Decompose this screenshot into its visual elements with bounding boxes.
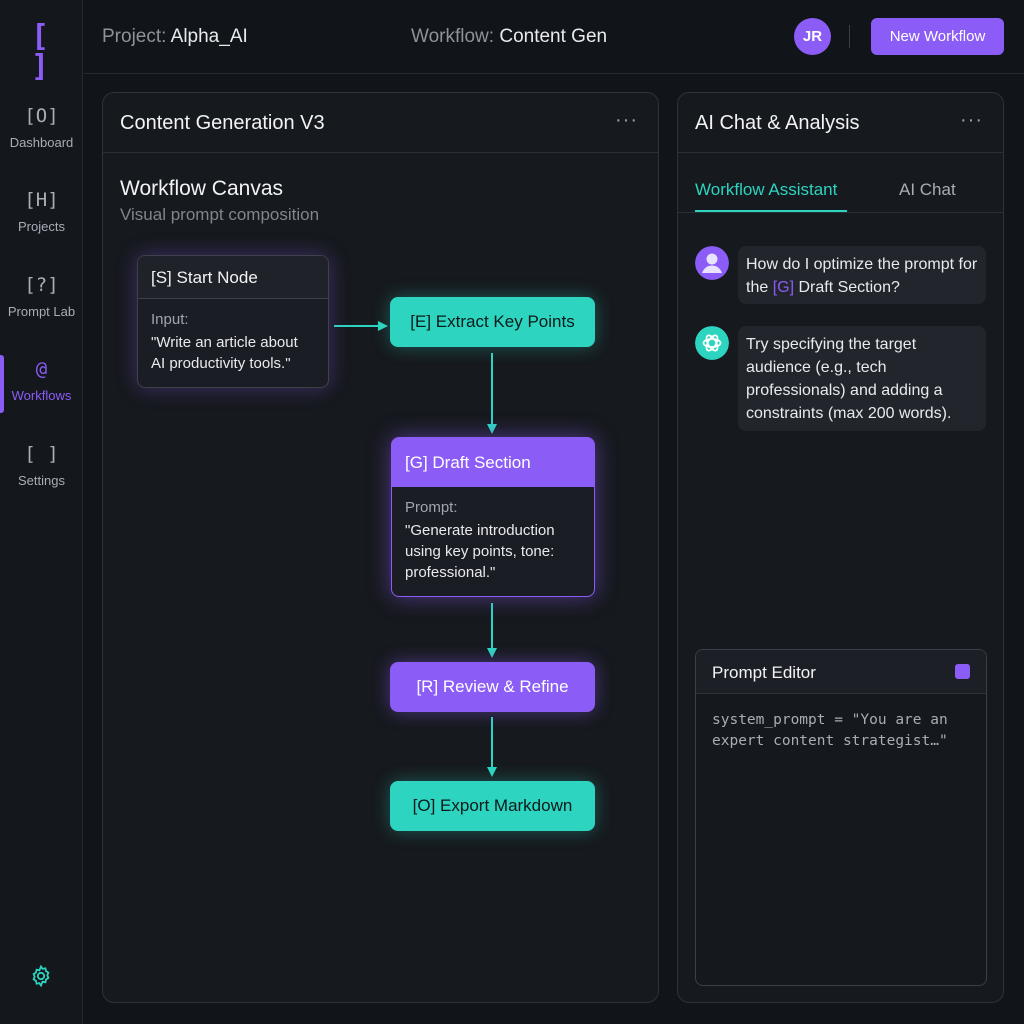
draft-node-prompt-label: Prompt: [405, 499, 458, 516]
draft-node-title: [G] Draft Section [392, 438, 594, 487]
prompt-editor: Prompt Editor system_prompt = "You are a… [695, 649, 987, 986]
sidebar-item-settings[interactable]: [ ] Settings [0, 440, 83, 508]
sidebar-item-label: Dashboard [9, 135, 74, 150]
projects-icon: [H] [24, 189, 59, 211]
sidebar-item-prompt-lab[interactable]: [?] Prompt Lab [0, 271, 83, 339]
project-value: Alpha_AI [170, 26, 248, 47]
assistant-message: Try specifying the target audience (e.g.… [738, 326, 986, 431]
extract-node-title: [E] Extract Key Points [410, 312, 575, 331]
panel-title: AI Chat & Analysis [695, 112, 860, 134]
tab-ai-chat[interactable]: AI Chat [899, 180, 956, 200]
editor-status-square-icon[interactable] [955, 664, 970, 679]
user-message: How do I optimize the prompt for the [G]… [738, 246, 986, 304]
dashboard-icon: [O] [24, 105, 59, 127]
review-refine-node[interactable]: [R] Review & Refine [390, 662, 595, 712]
top-bar: Project: Alpha_AI Workflow: Content Gen … [84, 0, 1024, 74]
assistant-message-text: Try specifying the target audience (e.g.… [746, 336, 952, 422]
sidebar: [ ] [O] Dashboard [H] Projects [?] Promp… [0, 0, 83, 1024]
panel-header: AI Chat & Analysis ··· [678, 93, 1003, 153]
ai-assistant-icon [695, 326, 729, 360]
node-reference: [G] [772, 279, 795, 296]
workflow-key: Workflow: [411, 26, 495, 47]
prompt-editor-title: Prompt Editor [712, 663, 816, 682]
draft-node-prompt-text: "Generate introduction using key points,… [405, 522, 555, 581]
draft-section-node[interactable]: [G] Draft Section Prompt: "Generate intr… [391, 437, 595, 597]
sidebar-item-label: Settings [18, 473, 65, 488]
workflow-breadcrumb[interactable]: Workflow: Content Gen [411, 26, 607, 48]
workflow-value: Content Gen [499, 26, 608, 47]
sidebar-item-label: Projects [18, 219, 65, 234]
chat-tabs: Workflow Assistant AI Chat [678, 153, 1003, 213]
sidebar-item-label: Workflows [11, 388, 72, 403]
divider [849, 25, 850, 48]
user-message-text: Draft Section? [794, 279, 900, 296]
prompt-editor-header: Prompt Editor [696, 650, 986, 694]
prompt-lab-icon: [?] [24, 274, 59, 296]
ai-chat-panel: AI Chat & Analysis ··· Workflow Assistan… [677, 92, 1004, 1003]
sidebar-item-workflows[interactable]: @ Workflows [0, 355, 83, 423]
app-logo-icon[interactable]: [ ] [25, 22, 57, 82]
gear-icon[interactable] [29, 964, 53, 988]
tab-workflow-assistant[interactable]: Workflow Assistant [695, 180, 837, 200]
user-avatar-icon [695, 246, 729, 280]
export-node-title: [O] Export Markdown [412, 796, 573, 815]
more-options-icon[interactable]: ··· [960, 109, 983, 132]
workflow-canvas-panel: Content Generation V3 ··· Workflow Canva… [102, 92, 659, 1003]
start-node[interactable]: [S] Start Node Input: "Write an article … [137, 255, 329, 388]
sidebar-item-dashboard[interactable]: [O] Dashboard [0, 102, 83, 170]
workflows-icon: @ [35, 358, 48, 380]
start-node-input-text: "Write an article about AI productivity … [151, 334, 298, 372]
settings-bracket-icon: [ ] [24, 443, 59, 465]
export-markdown-node[interactable]: [O] Export Markdown [390, 781, 595, 831]
sidebar-item-label: Prompt Lab [7, 304, 76, 319]
user-avatar[interactable]: JR [794, 18, 831, 55]
active-tab-indicator [695, 210, 847, 212]
project-key: Project: [102, 26, 167, 47]
extract-key-points-node[interactable]: [E] Extract Key Points [390, 297, 595, 347]
review-node-title: [R] Review & Refine [416, 677, 569, 696]
start-node-title: [S] Start Node [138, 256, 328, 299]
sidebar-item-projects[interactable]: [H] Projects [0, 186, 83, 254]
new-workflow-button[interactable]: New Workflow [871, 18, 1004, 55]
start-node-input-label: Input: [151, 311, 189, 328]
project-breadcrumb[interactable]: Project: Alpha_AI [102, 26, 248, 48]
prompt-editor-code[interactable]: system_prompt = "You are an expert conte… [712, 710, 974, 752]
